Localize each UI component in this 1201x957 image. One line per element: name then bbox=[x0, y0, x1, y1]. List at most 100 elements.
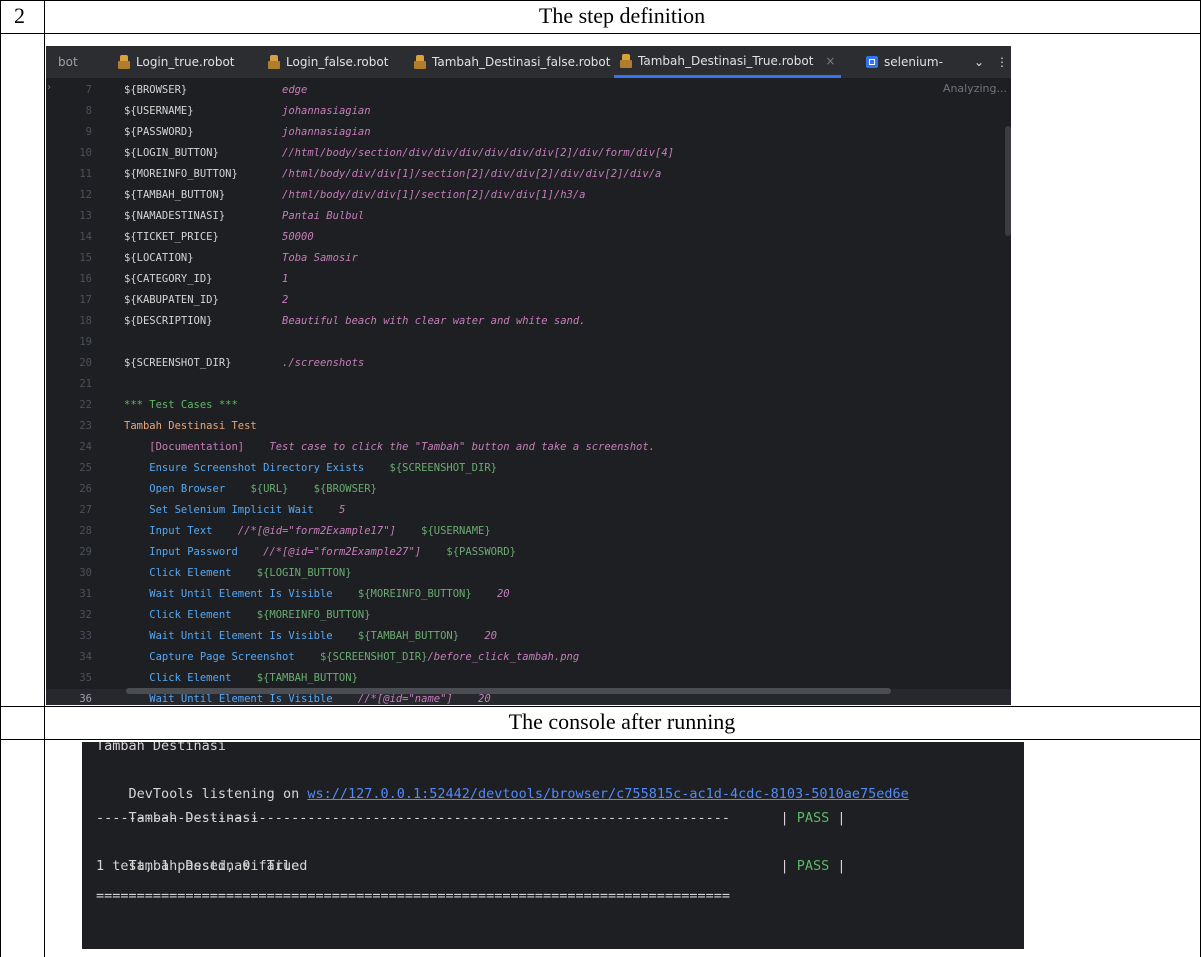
tab-label: Tambah_Destinasi_True.robot bbox=[638, 53, 814, 68]
tab-tambah-destinasi-false[interactable]: Tambah_Destinasi_false.robot bbox=[414, 46, 610, 78]
code-line[interactable]: 24 [Documentation] Test case to click th… bbox=[46, 437, 1011, 458]
tab-login-false[interactable]: Login_false.robot bbox=[268, 46, 388, 78]
code-line[interactable]: 15 ${LOCATION} Toba Samosir bbox=[46, 248, 1011, 269]
table-border-mid bbox=[44, 0, 45, 957]
tab-tambah-destinasi-true[interactable]: Tambah_Destinasi_True.robot × bbox=[614, 46, 842, 78]
code-token: edge bbox=[187, 84, 308, 96]
code-line[interactable]: 32 Click Element ${MOREINFO_BUTTON} bbox=[46, 605, 1011, 626]
code-line[interactable]: 12 ${TAMBAH_BUTTON} /html/body/div/div[1]… bbox=[46, 185, 1011, 206]
tab-label: Login_false.robot bbox=[286, 55, 389, 69]
code-token: Tambah Destinasi Test bbox=[124, 420, 257, 432]
tab-label: selenium- bbox=[884, 55, 943, 69]
status-bracket: | bbox=[780, 858, 797, 874]
line-number: 7 bbox=[85, 84, 92, 96]
code-line[interactable]: 29 Input Password //*[@id="form2Example2… bbox=[46, 542, 1011, 563]
tab-login-true[interactable]: Login_true.robot bbox=[118, 46, 235, 78]
code-line[interactable]: 18 ${DESCRIPTION} Beautiful beach with cl… bbox=[46, 311, 1011, 332]
more-vertical-icon[interactable]: ⋮ bbox=[996, 46, 1008, 78]
code-token: /html/body/div/div[1]/section[2]/div/div… bbox=[237, 168, 662, 180]
horizontal-scrollbar[interactable] bbox=[126, 688, 891, 694]
line-number: 20 bbox=[79, 357, 92, 369]
code-line[interactable]: 34 Capture Page Screenshot ${SCREENSHOT_… bbox=[46, 647, 1011, 668]
code-token: [Documentation] bbox=[124, 441, 245, 453]
code-line[interactable]: 27 Set Selenium Implicit Wait 5 bbox=[46, 500, 1011, 521]
code-token: ${TAMBAH_BUTTON} bbox=[332, 630, 460, 642]
code-text: Wait Until Element Is Visible ${MOREINFO… bbox=[124, 584, 509, 605]
code-token: Wait Until Element Is Visible bbox=[124, 693, 333, 705]
code-text: Tambah Destinasi Test bbox=[124, 416, 257, 437]
code-text: ${TAMBAH_BUTTON} /html/body/div/div[1]/s… bbox=[124, 185, 585, 206]
line-number: 34 bbox=[79, 651, 92, 663]
code-line[interactable]: 35 Click Element ${TAMBAH_BUTTON} bbox=[46, 668, 1011, 689]
chevron-down-icon[interactable]: ⌄ bbox=[974, 46, 984, 78]
tab-label: Tambah_Destinasi_false.robot bbox=[432, 55, 611, 69]
code-token: ${TAMBAH_BUTTON} bbox=[124, 189, 226, 201]
code-line[interactable]: 13 ${NAMADESTINASI} Pantai Bulbul bbox=[46, 206, 1011, 227]
line-number: 10 bbox=[79, 147, 92, 159]
code-line[interactable]: 28 Input Text //*[@id="form2Example17"] … bbox=[46, 521, 1011, 542]
code-line[interactable]: 7 ${BROWSER} edge bbox=[46, 80, 1011, 101]
code-text: ${DESCRIPTION} Beautiful beach with clea… bbox=[124, 311, 586, 332]
code-token: ./screenshots bbox=[231, 357, 365, 369]
line-number: 9 bbox=[85, 126, 92, 138]
code-line[interactable]: 31 Wait Until Element Is Visible ${MOREI… bbox=[46, 584, 1011, 605]
code-line[interactable]: 25 Ensure Screenshot Directory Exists ${… bbox=[46, 458, 1011, 479]
tab-selenium[interactable]: selenium- bbox=[866, 46, 943, 78]
code-text: [Documentation] Test case to click the "… bbox=[124, 437, 655, 458]
code-token: Pantai Bulbul bbox=[225, 210, 365, 222]
console-line-title: Tambah Destinasi bbox=[96, 742, 227, 754]
table-border-row3 bbox=[0, 739, 1201, 740]
vertical-scrollbar[interactable] bbox=[1005, 126, 1011, 236]
table-border-top bbox=[0, 0, 1201, 1]
code-line[interactable]: 21 bbox=[46, 374, 1011, 395]
code-token: ${MOREINFO_BUTTON} bbox=[124, 168, 238, 180]
line-number: 25 bbox=[79, 462, 92, 474]
code-token: //*[@id="form2Example27"] bbox=[237, 546, 422, 558]
code-token: 2 bbox=[218, 294, 289, 306]
status-bracket: | bbox=[780, 810, 797, 826]
line-number: 11 bbox=[79, 168, 92, 180]
code-line[interactable]: 20 ${SCREENSHOT_DIR} ./screenshots bbox=[46, 353, 1011, 374]
code-token: johannasiagian bbox=[193, 126, 371, 138]
code-token: johannasiagian bbox=[193, 105, 371, 117]
code-line[interactable]: 19 bbox=[46, 332, 1011, 353]
code-line[interactable]: 14 ${TICKET_PRICE} 50000 bbox=[46, 227, 1011, 248]
line-number: 24 bbox=[79, 441, 92, 453]
code-line[interactable]: 16 ${CATEGORY_ID} 1 bbox=[46, 269, 1011, 290]
code-token: ${SCREENSHOT_DIR} bbox=[364, 462, 497, 474]
code-text: ${KABUPATEN_ID} 2 bbox=[124, 290, 288, 311]
code-token: 20 bbox=[459, 630, 497, 642]
step-definition-heading: The step definition bbox=[538, 3, 706, 28]
code-text: ${USERNAME} johannasiagian bbox=[124, 101, 371, 122]
tab-bot[interactable]: bot bbox=[58, 46, 78, 78]
code-line[interactable]: 23 Tambah Destinasi Test bbox=[46, 416, 1011, 437]
code-token: Input Text bbox=[124, 525, 213, 537]
close-icon[interactable]: × bbox=[825, 54, 835, 68]
code-token: ${PASSWORD} bbox=[421, 546, 516, 558]
code-line[interactable]: 17 ${KABUPATEN_ID} 2 bbox=[46, 290, 1011, 311]
code-line[interactable]: 10 ${LOGIN_BUTTON} //html/body/section/di… bbox=[46, 143, 1011, 164]
code-token: ${TICKET_PRICE} bbox=[124, 231, 219, 243]
code-token: ${SCREENSHOT_DIR} bbox=[294, 651, 428, 663]
code-line[interactable]: 11 ${MOREINFO_BUTTON} /html/body/div/div[… bbox=[46, 164, 1011, 185]
code-line[interactable]: 22 *** Test Cases *** bbox=[46, 395, 1011, 416]
code-line[interactable]: 30 Click Element ${LOGIN_BUTTON} bbox=[46, 563, 1011, 584]
code-token: /html/body/div/div[1]/section[2]/div/div… bbox=[225, 189, 586, 201]
status-badge: PASS bbox=[796, 810, 830, 826]
code-line[interactable]: 33 Wait Until Element Is Visible ${TAMBA… bbox=[46, 626, 1011, 647]
tab-label: Login_true.robot bbox=[136, 55, 235, 69]
code-token: Ensure Screenshot Directory Exists bbox=[124, 462, 365, 474]
code-text: ${SCREENSHOT_DIR} ./screenshots bbox=[124, 353, 364, 374]
code-line[interactable]: 9 ${PASSWORD} johannasiagian bbox=[46, 122, 1011, 143]
code-text: Click Element ${LOGIN_BUTTON} bbox=[124, 563, 351, 584]
table-border-row1 bbox=[0, 33, 1201, 34]
code-line[interactable]: 26 Open Browser ${URL} ${BROWSER} bbox=[46, 479, 1011, 500]
line-number: 23 bbox=[79, 420, 92, 432]
code-token: Capture Page Screenshot bbox=[124, 651, 295, 663]
line-number: 8 bbox=[85, 105, 92, 117]
console-output: Tambah Destinasi DevTools listening on w… bbox=[82, 742, 1024, 949]
code-text: Input Text //*[@id="form2Example17"] ${U… bbox=[124, 521, 490, 542]
table-border-left bbox=[0, 0, 1, 957]
code-line[interactable]: 8 ${USERNAME} johannasiagian bbox=[46, 101, 1011, 122]
line-number: 19 bbox=[79, 336, 92, 348]
